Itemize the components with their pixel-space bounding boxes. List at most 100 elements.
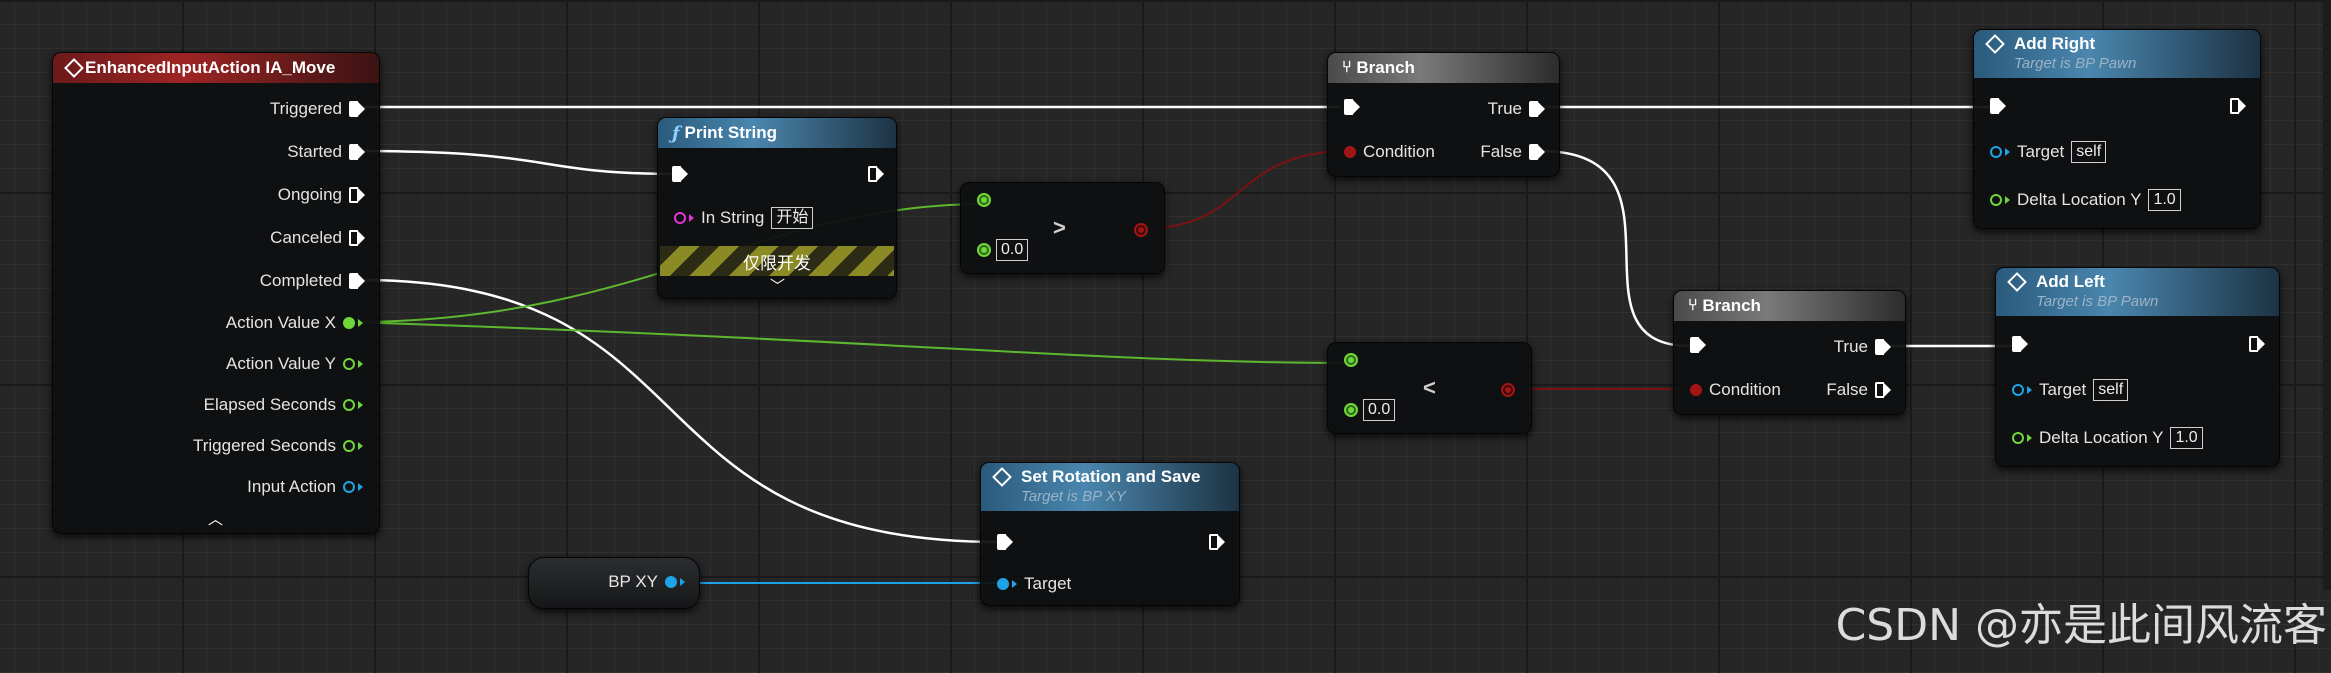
set-rotation-header[interactable]: Set Rotation and Save Target is BP XY xyxy=(981,463,1239,511)
exec-pin-icon[interactable] xyxy=(1529,144,1545,160)
add-right-exec-out[interactable] xyxy=(2230,98,2246,114)
greater-input-b[interactable]: 0.0 xyxy=(979,239,1029,261)
greater-than-node[interactable]: 0.0 > xyxy=(960,182,1165,274)
print-node-header[interactable]: ƒ Print String xyxy=(658,118,896,148)
chevron-up-icon[interactable]: ︿ xyxy=(208,508,223,529)
add-left-header[interactable]: Add Left Target is BP Pawn xyxy=(1996,268,2279,316)
float-pin-icon[interactable] xyxy=(979,195,989,205)
add-right-header[interactable]: Add Right Target is BP Pawn xyxy=(1974,30,2260,78)
add-left-exec-in[interactable] xyxy=(2012,336,2028,352)
float-pin-icon[interactable] xyxy=(1990,194,2002,206)
set-rotation-exec-in[interactable] xyxy=(997,534,1013,550)
branch-bottom-exec-in[interactable] xyxy=(1690,337,1706,353)
delta-value[interactable]: 1.0 xyxy=(2148,189,2181,211)
object-pin-icon[interactable] xyxy=(343,481,355,493)
set-rotation-target-pin[interactable]: Target xyxy=(997,574,1071,594)
exec-pin-icon[interactable] xyxy=(1209,534,1225,550)
target-value[interactable]: self xyxy=(2093,379,2129,401)
less-input-a[interactable] xyxy=(1346,355,1356,365)
add-left-target-pin[interactable]: Target self xyxy=(2012,379,2129,401)
object-pin-icon[interactable] xyxy=(2012,384,2024,396)
exec-pin-icon[interactable] xyxy=(349,230,365,246)
branch-bottom-true[interactable]: True xyxy=(1834,337,1891,357)
add-right-delta-pin[interactable]: Delta Location Y 1.0 xyxy=(1990,189,2181,211)
branch-top-condition[interactable]: Condition xyxy=(1344,142,1435,162)
branch-top-exec-in[interactable] xyxy=(1344,99,1360,115)
pin-input-action[interactable]: Input Action xyxy=(247,477,363,497)
float-pin-icon[interactable] xyxy=(343,440,355,452)
less-than-node[interactable]: 0.0 < xyxy=(1327,342,1532,434)
less-input-b[interactable]: 0.0 xyxy=(1346,399,1396,421)
float-pin-icon[interactable] xyxy=(979,245,989,255)
pin-triggered[interactable]: Triggered xyxy=(270,99,365,119)
exec-pin-icon[interactable] xyxy=(672,166,688,182)
set-rotation-node[interactable]: Set Rotation and Save Target is BP XY Ta… xyxy=(980,462,1240,606)
print-exec-out[interactable] xyxy=(868,166,884,182)
float-pin-icon[interactable] xyxy=(343,358,355,370)
pin-action-value-x[interactable]: Action Value X xyxy=(226,313,363,333)
branch-node-top[interactable]: ⑂ Branch True Condition False xyxy=(1327,52,1560,177)
exec-pin-icon[interactable] xyxy=(1990,98,2006,114)
exec-pin-icon[interactable] xyxy=(2230,98,2246,114)
bp-xy-output[interactable]: BP XY xyxy=(608,572,685,592)
branch-top-true[interactable]: True xyxy=(1488,99,1545,119)
exec-pin-icon[interactable] xyxy=(868,166,884,182)
blueprint-graph[interactable]: EnhancedInputAction IA_Move Triggered St… xyxy=(0,0,2331,673)
exec-pin-icon[interactable] xyxy=(1344,99,1360,115)
exec-pin-icon[interactable] xyxy=(1690,337,1706,353)
pin-action-value-y[interactable]: Action Value Y xyxy=(226,354,363,374)
greater-input-a[interactable] xyxy=(979,195,989,205)
print-exec-in[interactable] xyxy=(672,166,688,182)
exec-pin-icon[interactable] xyxy=(2249,336,2265,352)
print-string-node[interactable]: ƒ Print String In String 开始 仅限开发 ﹀ xyxy=(657,117,897,299)
bool-pin-icon[interactable] xyxy=(1344,146,1356,158)
branch-bottom-false[interactable]: False xyxy=(1826,380,1891,400)
float-pin-icon[interactable] xyxy=(1346,405,1356,415)
greater-output[interactable] xyxy=(1134,223,1148,237)
add-left-node[interactable]: Add Left Target is BP Pawn Target self D… xyxy=(1995,267,2280,467)
less-output[interactable] xyxy=(1501,383,1515,397)
print-in-string-pin[interactable]: In String 开始 xyxy=(674,207,814,229)
add-right-target-pin[interactable]: Target self xyxy=(1990,141,2107,163)
pin-canceled[interactable]: Canceled xyxy=(270,228,365,248)
branch-bottom-header[interactable]: ⑂ Branch xyxy=(1674,291,1905,321)
pin-elapsed-seconds[interactable]: Elapsed Seconds xyxy=(204,395,363,415)
bp-xy-variable-node[interactable]: BP XY xyxy=(528,557,700,609)
branch-bottom-condition[interactable]: Condition xyxy=(1690,380,1781,400)
pin-completed[interactable]: Completed xyxy=(260,271,365,291)
float-pin-icon[interactable] xyxy=(343,317,355,329)
chevron-down-icon[interactable]: ﹀ xyxy=(770,275,785,296)
float-pin-icon[interactable] xyxy=(343,399,355,411)
enhanced-input-action-node[interactable]: EnhancedInputAction IA_Move Triggered St… xyxy=(52,52,380,534)
object-pin-icon[interactable] xyxy=(665,576,677,588)
add-left-delta-pin[interactable]: Delta Location Y 1.0 xyxy=(2012,427,2203,449)
object-pin-icon[interactable] xyxy=(1990,146,2002,158)
set-rotation-exec-out[interactable] xyxy=(1209,534,1225,550)
add-right-exec-in[interactable] xyxy=(1990,98,2006,114)
exec-pin-icon[interactable] xyxy=(349,273,365,289)
exec-pin-icon[interactable] xyxy=(997,534,1013,550)
bool-pin-icon[interactable] xyxy=(1690,384,1702,396)
string-pin-icon[interactable] xyxy=(674,212,686,224)
less-default-value[interactable]: 0.0 xyxy=(1363,399,1396,421)
add-right-node[interactable]: Add Right Target is BP Pawn Target self … xyxy=(1973,29,2261,229)
float-pin-icon[interactable] xyxy=(2012,432,2024,444)
exec-pin-icon[interactable] xyxy=(349,101,365,117)
exec-pin-icon[interactable] xyxy=(1875,339,1891,355)
exec-pin-icon[interactable] xyxy=(349,187,365,203)
object-pin-icon[interactable] xyxy=(997,578,1009,590)
pin-triggered-seconds[interactable]: Triggered Seconds xyxy=(193,436,363,456)
target-value[interactable]: self xyxy=(2071,141,2107,163)
input-node-header[interactable]: EnhancedInputAction IA_Move xyxy=(53,53,379,83)
exec-pin-icon[interactable] xyxy=(1875,382,1891,398)
exec-pin-icon[interactable] xyxy=(349,144,365,160)
exec-pin-icon[interactable] xyxy=(1529,101,1545,117)
bool-pin-icon[interactable] xyxy=(1134,223,1148,237)
delta-value[interactable]: 1.0 xyxy=(2170,427,2203,449)
branch-top-false[interactable]: False xyxy=(1480,142,1545,162)
bool-pin-icon[interactable] xyxy=(1501,383,1515,397)
greater-default-value[interactable]: 0.0 xyxy=(996,239,1029,261)
branch-node-bottom[interactable]: ⑂ Branch True Condition False xyxy=(1673,290,1906,415)
pin-started[interactable]: Started xyxy=(287,142,365,162)
in-string-value[interactable]: 开始 xyxy=(771,207,814,229)
